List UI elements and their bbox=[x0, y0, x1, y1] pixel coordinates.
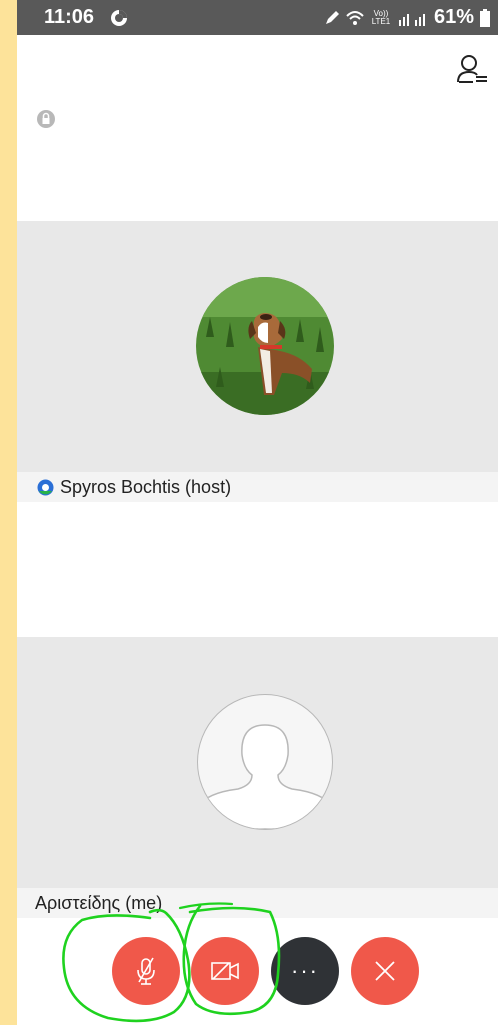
lock-icon bbox=[37, 110, 55, 128]
leave-meeting-button[interactable] bbox=[351, 937, 419, 1005]
status-time: 11:06 bbox=[44, 6, 95, 28]
meeting-screen: 11:06 Vo)) LTE1 61% Spyros Bochtis (host… bbox=[17, 0, 498, 1025]
network-label: Vo)) LTE1 bbox=[371, 8, 391, 26]
video-off-icon bbox=[211, 962, 239, 980]
host-name: Spyros Bochtis (host) bbox=[60, 476, 232, 497]
avatar-me bbox=[197, 694, 333, 830]
participant-tile-me bbox=[17, 637, 498, 888]
participants-list-icon[interactable] bbox=[455, 52, 489, 86]
sync-icon bbox=[111, 10, 127, 26]
mic-off-icon bbox=[137, 957, 155, 985]
participant-name-strip-host: Spyros Bochtis (host) bbox=[17, 472, 498, 502]
status-bar: 11:06 Vo)) LTE1 61% bbox=[17, 0, 498, 35]
avatar-host bbox=[196, 277, 334, 415]
my-name: Αριστείδης (me) bbox=[35, 892, 163, 913]
stop-video-button[interactable] bbox=[191, 937, 259, 1005]
host-status-icon bbox=[37, 479, 54, 495]
close-icon bbox=[375, 961, 395, 981]
participant-name-strip-me: Αριστείδης (me) bbox=[17, 888, 498, 918]
more-dots-icon: ··· bbox=[291, 958, 319, 983]
participant-tile-host bbox=[17, 221, 498, 472]
mute-microphone-button[interactable] bbox=[112, 937, 180, 1005]
wifi-icon bbox=[346, 10, 364, 25]
more-options-button[interactable]: ··· bbox=[271, 937, 339, 1005]
battery-icon bbox=[480, 8, 490, 27]
pen-icon bbox=[325, 10, 339, 24]
signal-icon bbox=[398, 13, 425, 26]
status-indicators: Vo)) LTE1 61% bbox=[324, 6, 490, 29]
battery-percentage: 61% bbox=[433, 6, 474, 28]
